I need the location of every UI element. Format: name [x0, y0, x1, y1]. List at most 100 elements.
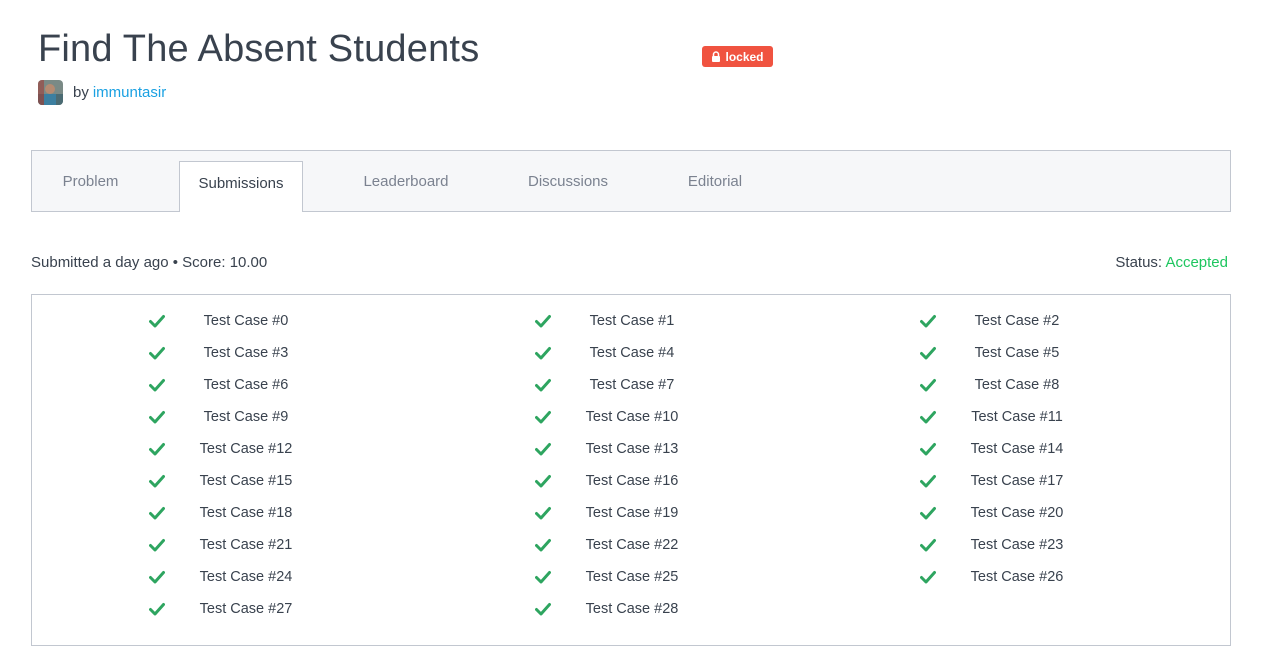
test-case-item[interactable]: Test Case #17 — [920, 465, 1063, 497]
test-case-label: Test Case #24 — [199, 569, 293, 585]
tab-submissions[interactable]: Submissions — [179, 161, 303, 212]
check-icon — [920, 443, 936, 456]
check-icon — [535, 443, 551, 456]
test-case-label: Test Case #1 — [589, 313, 675, 329]
test-case-item[interactable]: Test Case #27 — [149, 593, 292, 625]
test-case-item[interactable]: Test Case #7 — [535, 369, 674, 401]
test-case-item[interactable]: Test Case #10 — [535, 401, 678, 433]
check-icon — [149, 379, 165, 392]
test-case-label: Test Case #12 — [199, 441, 293, 457]
test-case-label: Test Case #28 — [585, 601, 679, 617]
test-case-item[interactable]: Test Case #3 — [149, 337, 288, 369]
test-case-item[interactable]: Test Case #9 — [149, 401, 288, 433]
check-icon — [149, 475, 165, 488]
author-link[interactable]: immuntasir — [93, 84, 166, 101]
submission-info: Submitted a day ago • Score: 10.00 — [31, 254, 268, 271]
check-icon — [535, 507, 551, 520]
check-icon — [149, 507, 165, 520]
test-case-label: Test Case #7 — [589, 377, 675, 393]
test-case-label: Test Case #21 — [199, 537, 293, 553]
check-icon — [149, 571, 165, 584]
check-icon — [535, 539, 551, 552]
avatar[interactable] — [38, 80, 63, 105]
tab-problem[interactable]: Problem — [32, 151, 149, 211]
test-case-item[interactable]: Test Case #11 — [920, 401, 1063, 433]
test-case-item[interactable]: Test Case #22 — [535, 529, 678, 561]
check-icon — [535, 411, 551, 424]
problem-title: Find The Absent Students — [38, 28, 480, 70]
test-case-item[interactable]: Test Case #23 — [920, 529, 1063, 561]
test-case-label: Test Case #23 — [970, 537, 1064, 553]
test-case-item[interactable]: Test Case #21 — [149, 529, 292, 561]
check-icon — [535, 571, 551, 584]
check-icon — [535, 379, 551, 392]
test-case-label: Test Case #2 — [974, 313, 1060, 329]
test-case-item[interactable]: Test Case #1 — [535, 305, 674, 337]
test-case-label: Test Case #22 — [585, 537, 679, 553]
test-case-item[interactable]: Test Case #2 — [920, 305, 1059, 337]
test-case-label: Test Case #6 — [203, 377, 289, 393]
test-case-item[interactable]: Test Case #12 — [149, 433, 292, 465]
check-icon — [149, 411, 165, 424]
test-case-label: Test Case #20 — [970, 505, 1064, 521]
status-label: Status: — [1115, 254, 1163, 271]
check-icon — [920, 539, 936, 552]
check-icon — [920, 347, 936, 360]
test-case-item[interactable]: Test Case #20 — [920, 497, 1063, 529]
test-case-item[interactable]: Test Case #24 — [149, 561, 292, 593]
test-case-label: Test Case #0 — [203, 313, 289, 329]
test-case-item[interactable]: Test Case #26 — [920, 561, 1063, 593]
check-icon — [149, 539, 165, 552]
test-case-item[interactable]: Test Case #18 — [149, 497, 292, 529]
test-case-label: Test Case #3 — [203, 345, 289, 361]
test-case-label: Test Case #9 — [203, 409, 289, 425]
check-icon — [149, 347, 165, 360]
test-case-item[interactable]: Test Case #28 — [535, 593, 678, 625]
check-icon — [920, 571, 936, 584]
lock-icon — [712, 51, 721, 62]
check-icon — [920, 379, 936, 392]
author-line: by immuntasir — [38, 80, 166, 105]
test-case-grid: Test Case #0 Test Case #1 Test Case #2 Test… — [31, 294, 1231, 646]
check-icon — [149, 443, 165, 456]
check-icon — [920, 315, 936, 328]
test-case-label: Test Case #25 — [585, 569, 679, 585]
test-case-item[interactable]: Test Case #8 — [920, 369, 1059, 401]
test-case-label: Test Case #4 — [589, 345, 675, 361]
check-icon — [920, 411, 936, 424]
check-icon — [149, 603, 165, 616]
test-case-label: Test Case #15 — [199, 473, 293, 489]
status-value: Accepted — [1165, 254, 1228, 271]
submission-status: Status: Accepted — [1115, 254, 1228, 271]
tab-editorial[interactable]: Editorial — [670, 151, 760, 211]
test-case-item[interactable]: Test Case #5 — [920, 337, 1059, 369]
check-icon — [920, 507, 936, 520]
check-icon — [535, 475, 551, 488]
test-case-label: Test Case #17 — [970, 473, 1064, 489]
tab-bar: Problem Submissions Leaderboard Discussi… — [31, 150, 1231, 212]
locked-badge: locked — [702, 46, 773, 67]
test-case-label: Test Case #8 — [974, 377, 1060, 393]
test-case-label: Test Case #27 — [199, 601, 293, 617]
test-case-item[interactable]: Test Case #25 — [535, 561, 678, 593]
tab-discussions[interactable]: Discussions — [508, 151, 628, 211]
locked-badge-label: locked — [725, 49, 764, 64]
test-case-label: Test Case #5 — [974, 345, 1060, 361]
test-case-item[interactable]: Test Case #4 — [535, 337, 674, 369]
test-case-label: Test Case #19 — [585, 505, 679, 521]
test-case-item[interactable]: Test Case #14 — [920, 433, 1063, 465]
test-case-label: Test Case #18 — [199, 505, 293, 521]
test-case-item[interactable]: Test Case #19 — [535, 497, 678, 529]
test-case-item[interactable]: Test Case #16 — [535, 465, 678, 497]
test-case-label: Test Case #26 — [970, 569, 1064, 585]
check-icon — [535, 603, 551, 616]
tab-leaderboard[interactable]: Leaderboard — [346, 151, 466, 211]
test-case-item[interactable]: Test Case #6 — [149, 369, 288, 401]
test-case-item[interactable]: Test Case #0 — [149, 305, 288, 337]
test-case-label: Test Case #16 — [585, 473, 679, 489]
test-case-item[interactable]: Test Case #15 — [149, 465, 292, 497]
test-case-label: Test Case #14 — [970, 441, 1064, 457]
check-icon — [149, 315, 165, 328]
test-case-item[interactable]: Test Case #13 — [535, 433, 678, 465]
check-icon — [920, 475, 936, 488]
